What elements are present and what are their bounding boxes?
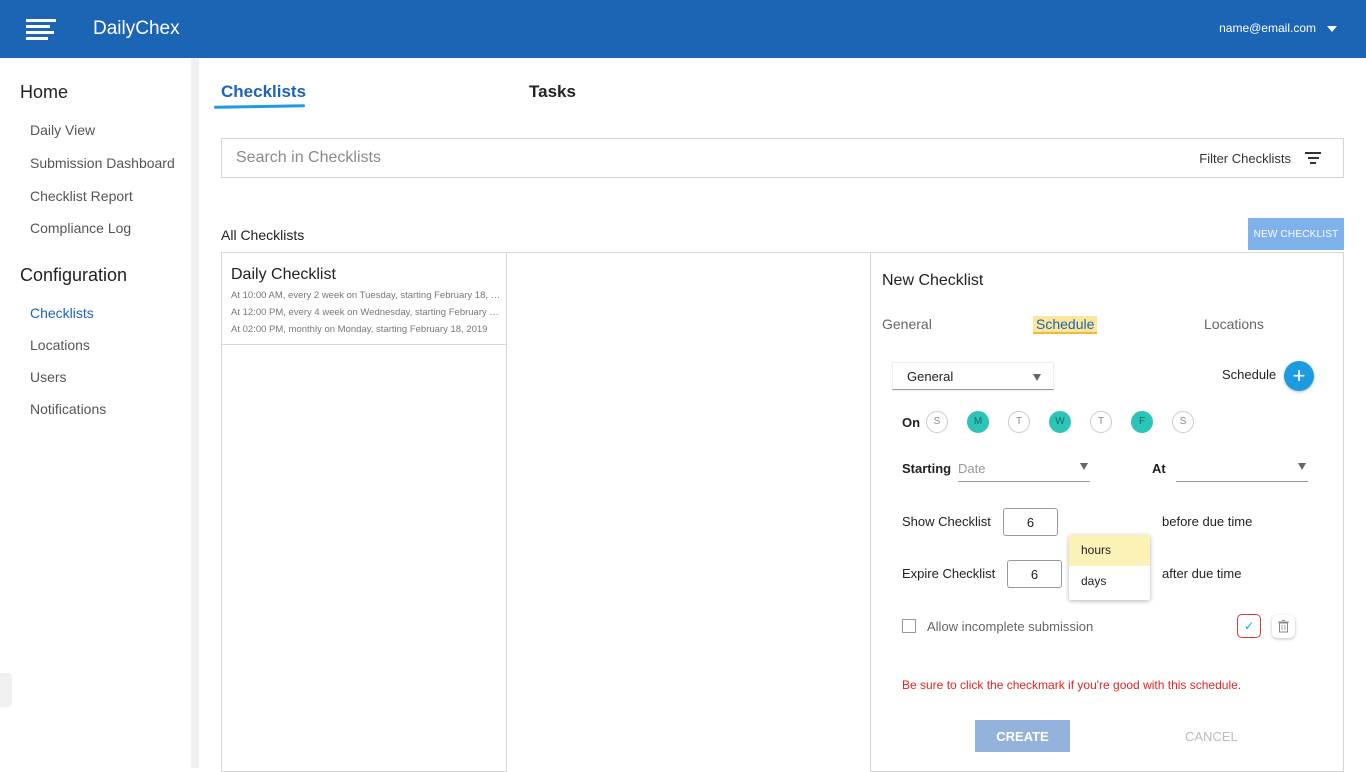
time-unit-option-days[interactable]: days (1069, 566, 1150, 597)
new-checklist-panel (870, 252, 1344, 772)
allow-incomplete-label: Allow incomplete submission (927, 619, 1094, 634)
time-unit-dropdown: hours days (1069, 535, 1150, 600)
confirm-schedule-button[interactable]: ✓ (1237, 614, 1261, 638)
filter-checklists-label[interactable]: Filter Checklists (1199, 151, 1291, 166)
list-heading: All Checklists (221, 227, 305, 243)
time-unit-option-hours[interactable]: hours (1069, 535, 1150, 566)
starting-label: Starting (902, 461, 952, 476)
create-button[interactable]: CREATE (975, 720, 1070, 752)
day-toggle-saturday[interactable]: S (1172, 411, 1194, 433)
chevron-down-icon (1298, 463, 1306, 470)
tab-tasks[interactable]: Tasks (529, 82, 576, 102)
form-tab-general[interactable]: General (882, 316, 932, 332)
day-toggle-friday[interactable]: F (1131, 411, 1153, 433)
after-due-label: after due time (1162, 566, 1242, 581)
schedule-type-value: General (907, 369, 954, 384)
chevron-down-icon (1033, 374, 1041, 381)
search-input[interactable] (236, 148, 936, 168)
sidebar-item-compliance-log[interactable]: Compliance Log (30, 220, 131, 236)
sidebar-item-checklists[interactable]: Checklists (30, 305, 94, 321)
sidebar-item-locations[interactable]: Locations (30, 337, 90, 353)
sidebar-heading-configuration: Configuration (20, 265, 128, 285)
chevron-down-icon[interactable] (1327, 26, 1337, 32)
day-toggle-monday[interactable]: M (967, 411, 989, 433)
expire-checklist-label: Expire Checklist (902, 566, 996, 581)
detail-panel (506, 252, 871, 772)
sidebar-item-submission-dashboard[interactable]: Submission Dashboard (30, 155, 175, 171)
checklist-title: Daily Checklist (231, 266, 336, 283)
day-toggle-thursday[interactable]: T (1090, 411, 1112, 433)
active-tab-indicator (213, 104, 306, 109)
delete-schedule-button[interactable] (1272, 615, 1295, 638)
sidebar-item-notifications[interactable]: Notifications (30, 401, 106, 417)
filter-icon[interactable] (1305, 152, 1321, 165)
form-tab-schedule[interactable]: Schedule (1033, 316, 1098, 334)
sidebar-item-checklist-report[interactable]: Checklist Report (30, 188, 133, 204)
schedule-summary: At 10:00 AM, every 2 week on Tuesday, st… (231, 290, 503, 301)
form-title: New Checklist (882, 272, 984, 289)
trash-icon (1278, 620, 1289, 633)
sidebar-collapse-handle[interactable] (0, 673, 12, 707)
chevron-down-icon (1080, 463, 1088, 470)
schedule-type-select[interactable]: General (892, 362, 1054, 390)
schedule-summary: At 02:00 PM, monthly on Monday, starting… (231, 324, 488, 335)
show-checklist-label: Show Checklist (902, 514, 991, 529)
date-placeholder: Date (958, 461, 986, 476)
add-schedule-button[interactable]: + (1284, 361, 1314, 391)
list-item[interactable]: Daily Checklist At 10:00 AM, every 2 wee… (222, 253, 506, 345)
show-checklist-amount[interactable] (1003, 508, 1058, 536)
menu-icon[interactable] (26, 19, 56, 40)
tab-checklists[interactable]: Checklists (221, 82, 306, 102)
schedule-warning: Be sure to click the checkmark if you're… (902, 678, 1242, 692)
cancel-button[interactable]: CANCEL (1185, 729, 1238, 744)
new-checklist-button[interactable]: NEW CHECKLIST (1248, 218, 1344, 250)
schedule-summary: At 12:00 PM, every 4 week on Wednesday, … (231, 307, 503, 318)
top-bar: DailyChex name@email.com (0, 0, 1366, 58)
user-email[interactable]: name@email.com (1219, 21, 1316, 35)
sidebar-item-daily-view[interactable]: Daily View (30, 122, 95, 138)
app-title: DailyChex (93, 18, 180, 39)
expire-checklist-amount[interactable] (1007, 560, 1062, 588)
sidebar-item-users[interactable]: Users (30, 369, 67, 385)
on-label: On (902, 415, 921, 430)
checklist-list: Daily Checklist At 10:00 AM, every 2 wee… (221, 252, 507, 772)
date-field[interactable]: Date (958, 458, 1090, 482)
search-bar: Filter Checklists (221, 138, 1344, 178)
sidebar: Home Daily View Submission Dashboard Che… (0, 58, 199, 768)
at-label: At (1152, 461, 1166, 476)
form-tab-locations[interactable]: Locations (1204, 316, 1264, 332)
sidebar-heading-home[interactable]: Home (20, 82, 68, 103)
time-field[interactable] (1176, 458, 1308, 482)
before-due-label: before due time (1162, 514, 1253, 529)
day-toggle-sunday[interactable]: S (926, 411, 948, 433)
day-toggle-tuesday[interactable]: T (1008, 411, 1030, 433)
allow-incomplete-checkbox[interactable] (902, 619, 916, 633)
schedule-label: Schedule (1222, 367, 1277, 382)
day-toggle-wednesday[interactable]: W (1049, 411, 1071, 433)
